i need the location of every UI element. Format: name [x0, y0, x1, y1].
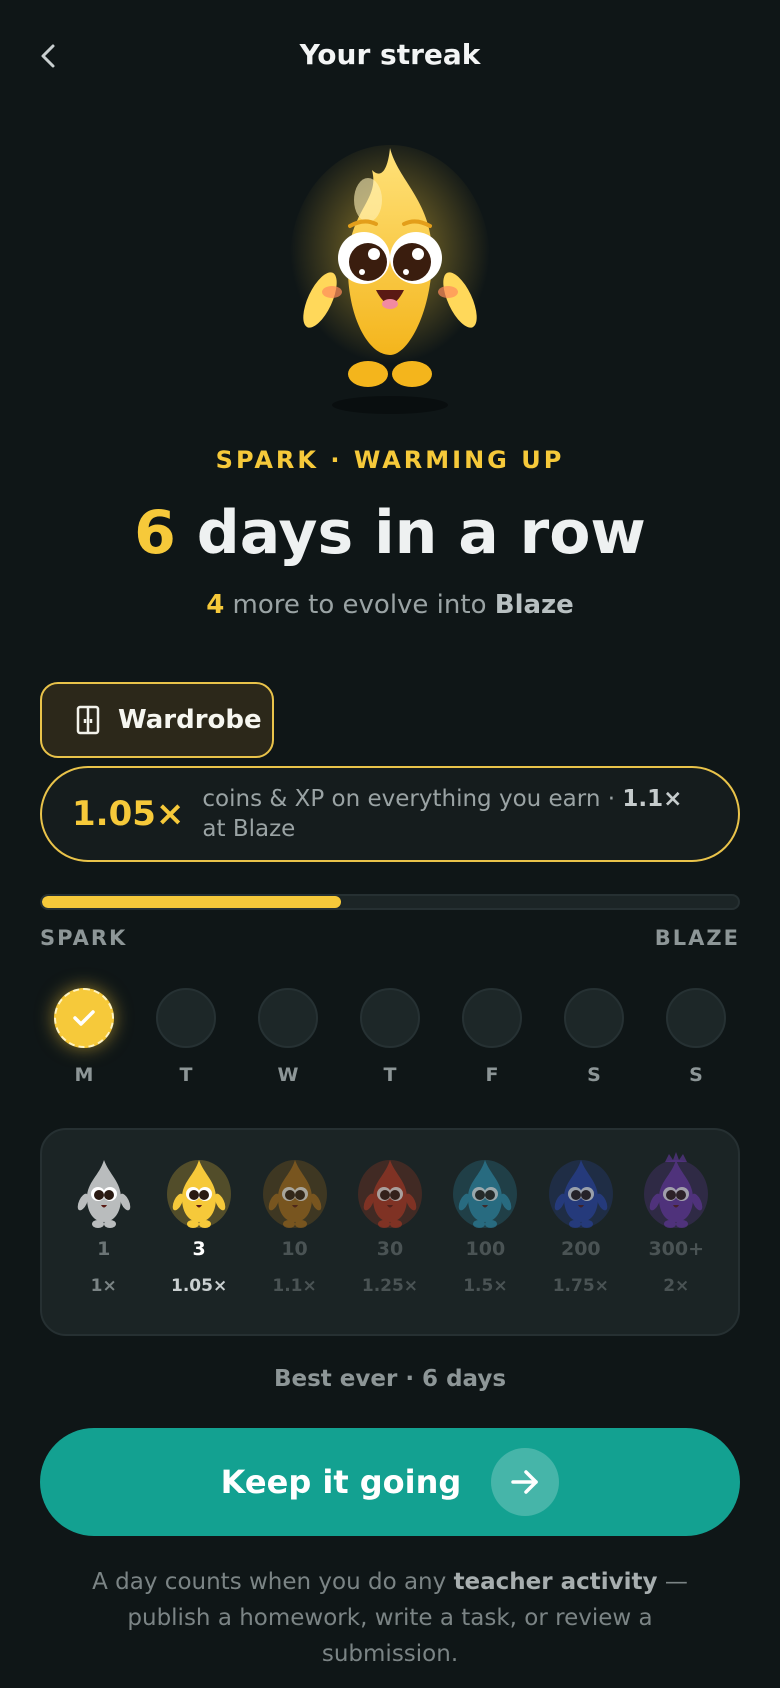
day-circle	[666, 988, 726, 1048]
footnote-bold: teacher activity	[453, 1569, 658, 1595]
evolve-hint: 4 more to evolve into Blaze	[0, 590, 780, 620]
wardrobe-icon	[76, 705, 100, 735]
mascot-stage-icon	[77, 1160, 130, 1228]
evolution-stage: 3 1.05×	[154, 1152, 244, 1334]
evolution-stage: 30 1.25×	[345, 1152, 435, 1334]
keep-it-going-button[interactable]: Keep it going	[40, 1428, 740, 1536]
streak-headline: 6 days in a row	[0, 498, 780, 568]
check-icon	[73, 1010, 95, 1026]
evolution-stage: 10 1.1×	[250, 1152, 340, 1334]
week-tracker: MTWTFSS	[52, 988, 728, 1086]
day-circle	[360, 988, 420, 1048]
day-5: S	[562, 988, 626, 1086]
day-0: M	[52, 988, 116, 1086]
evolution-days: 1	[97, 1238, 111, 1260]
streak-label: days in a row	[175, 498, 646, 568]
evolution-days: 300+	[648, 1238, 705, 1260]
mascot-stage-icon	[644, 1152, 709, 1228]
mascot-stage-icon	[548, 1160, 613, 1228]
evolution-stage: 300+ 2×	[631, 1152, 721, 1334]
evolution-days: 30	[376, 1238, 404, 1260]
day-label: S	[689, 1064, 703, 1086]
day-circle	[564, 988, 624, 1048]
evolution-multiplier: 1.1×	[272, 1276, 317, 1296]
day-label: M	[74, 1064, 94, 1086]
progress-fill	[42, 896, 342, 908]
multiplier-next-value: 1.1×	[622, 786, 683, 812]
multiplier-desc-suffix: at Blaze	[202, 816, 296, 842]
evolution-multiplier: 1.25×	[361, 1276, 419, 1296]
evolution-days: 3	[192, 1238, 206, 1260]
spark-mascot	[290, 140, 490, 420]
footnote: A day counts when you do any teacher act…	[90, 1564, 690, 1672]
day-circle	[156, 988, 216, 1048]
wardrobe-label: Wardrobe	[118, 705, 262, 735]
footnote-prefix: A day counts when you do any	[92, 1569, 454, 1595]
mascot-stage-icon	[453, 1160, 518, 1228]
mascot-stage-icon	[357, 1160, 422, 1228]
wardrobe-button[interactable]: Wardrobe	[40, 682, 274, 758]
evolution-stage: 200 1.75×	[536, 1152, 626, 1334]
evolution-progress-bar	[40, 894, 740, 910]
day-2: W	[256, 988, 320, 1086]
multiplier-description: coins & XP on everything you earn · 1.1×…	[202, 784, 698, 844]
arrow-right-icon	[491, 1448, 560, 1516]
day-circle-done	[54, 988, 114, 1048]
evolution-multiplier: 1.5×	[463, 1276, 508, 1296]
evolution-multiplier: 2×	[663, 1276, 690, 1296]
evolve-count: 4	[206, 590, 225, 620]
mascot-stage-icon	[262, 1160, 327, 1228]
level-tag: SPARK · WARMING UP	[215, 446, 565, 474]
day-label: T	[383, 1064, 397, 1086]
day-label: W	[277, 1064, 299, 1086]
multiplier-desc-prefix: coins & XP on everything you earn ·	[202, 786, 623, 812]
evolve-prefix: more to evolve into	[224, 590, 495, 620]
evolution-stage: 1 1×	[59, 1152, 149, 1334]
multiplier-value: 1.05×	[72, 794, 185, 834]
evolution-multiplier: 1×	[90, 1276, 117, 1296]
day-circle	[462, 988, 522, 1048]
evolution-days: 100	[465, 1238, 506, 1260]
progress-end-label: BLAZE	[654, 926, 740, 950]
day-label: S	[587, 1064, 601, 1086]
evolution-days: 10	[281, 1238, 308, 1260]
day-3: T	[358, 988, 422, 1086]
day-label: F	[485, 1064, 499, 1086]
day-4: F	[460, 988, 524, 1086]
multiplier-card: 1.05× coins & XP on everything you earn …	[40, 766, 740, 862]
day-6: S	[664, 988, 728, 1086]
day-circle	[258, 988, 318, 1048]
evolution-card: 1 1× 3 1.05× 10 1.1× 30 1.25× 100 1.5× 200 1.75× 300…	[40, 1128, 740, 1336]
streak-count: 6	[134, 498, 176, 568]
evolution-multiplier: 1.75×	[552, 1276, 609, 1296]
page-title: Your streak	[299, 38, 481, 71]
best-streak: Best ever · 6 days	[273, 1366, 507, 1392]
progress-start-label: SPARK	[40, 926, 128, 950]
evolution-multiplier: 1.05×	[171, 1276, 228, 1296]
cta-label: Keep it going	[220, 1463, 462, 1501]
evolve-target: Blaze	[494, 590, 574, 620]
header: Your streak	[0, 0, 780, 112]
mascot-stage-icon	[167, 1160, 232, 1228]
evolution-days: 200	[560, 1238, 601, 1260]
evolution-stage: 100 1.5×	[440, 1152, 530, 1334]
day-label: T	[179, 1064, 193, 1086]
day-1: T	[154, 988, 218, 1086]
mascot-illustration	[290, 145, 490, 414]
